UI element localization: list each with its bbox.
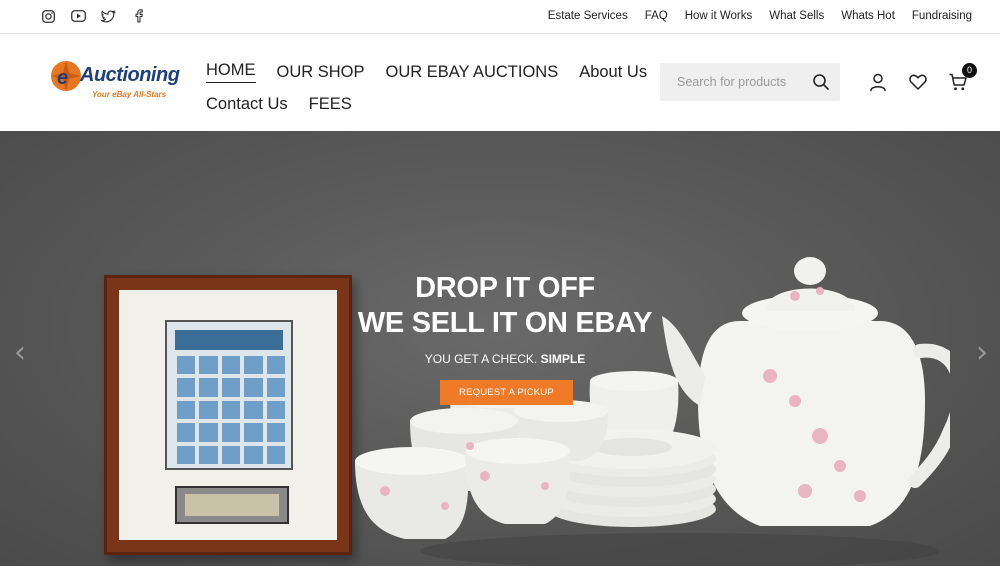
top-bar: Estate Services FAQ How it Works What Se… [0,0,1000,34]
logo-wordmark: Auctioning [80,64,180,86]
request-pickup-button[interactable]: REQUEST A PICKUP [440,380,573,405]
toplink-fundraising[interactable]: Fundraising [912,10,972,22]
search-box [660,63,840,101]
nav-home[interactable]: HOME [206,61,256,83]
hero-subtext-bold: SIMPLE [540,352,586,366]
hero-text-block: DROP IT OFF WE SELL IT ON EBAY YOU GET A… [330,271,680,366]
cart-icon[interactable]: 0 [948,63,977,92]
nav-our-ebay-auctions[interactable]: OUR EBAY AUCTIONS [386,63,559,82]
toplink-what-sells[interactable]: What Sells [769,10,824,22]
search-input[interactable] [677,73,807,91]
toplink-estate-services[interactable]: Estate Services [548,10,628,22]
hero-headline-line2: WE SELL IT ON EBAY [357,307,653,339]
top-links: Estate Services FAQ How it Works What Se… [548,10,972,22]
site-header: e Auctioning Your eBay All-Stars HOME OU… [0,34,1000,131]
hero-subtext: YOU GET A CHECK. SIMPLE [330,352,680,366]
header-icons: 0 [868,63,977,92]
slider-prev-arrow[interactable]: ‹ [14,335,26,370]
toplink-faq[interactable]: FAQ [645,10,668,22]
instagram-icon[interactable] [40,8,56,24]
nav-our-shop[interactable]: OUR SHOP [277,63,365,82]
hero-headline-line1: DROP IT OFF [415,272,595,304]
svg-text:e: e [57,67,68,89]
social-links [40,8,146,24]
cart-count-badge: 0 [962,63,977,78]
toplink-how-it-works[interactable]: How it Works [685,10,753,22]
nav-about-us[interactable]: About Us [579,63,647,82]
toplink-whats-hot[interactable]: Whats Hot [841,10,895,22]
facebook-icon[interactable] [130,8,146,24]
nav-contact-us[interactable]: Contact Us [206,95,288,114]
slider-next-arrow[interactable]: › [976,335,988,370]
wishlist-heart-icon[interactable] [908,72,928,92]
hero-slider: ‹ › DROP IT OFF WE SELL IT ON EBAY YOU G… [0,131,1000,566]
account-icon[interactable] [868,72,888,92]
youtube-icon[interactable] [70,8,86,24]
logo-mark-icon: e [51,61,81,91]
search-icon[interactable] [812,73,830,91]
twitter-icon[interactable] [100,8,116,24]
hero-subtext-regular: YOU GET A CHECK. [424,352,538,366]
site-logo[interactable]: e Auctioning Your eBay All-Stars [46,56,186,106]
framed-stamps-image [104,275,352,555]
main-nav: HOME OUR SHOP OUR EBAY AUCTIONS About Us… [206,56,647,120]
nav-fees[interactable]: FEES [309,95,352,114]
logo-tagline: Your eBay All-Stars [92,90,167,99]
